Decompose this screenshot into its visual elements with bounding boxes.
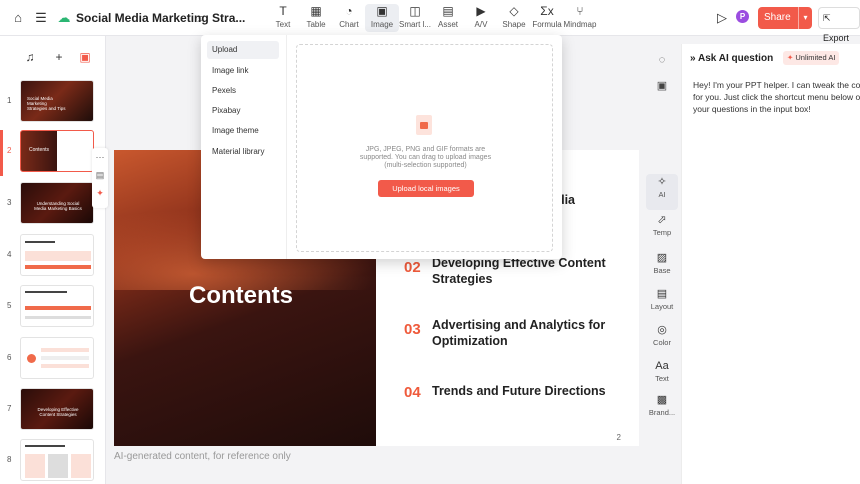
image-icon: ▣	[376, 4, 388, 18]
base-icon: ▨	[656, 252, 668, 264]
sparkle-icon: ✦	[787, 53, 794, 62]
outline-icon[interactable]: ♫	[20, 48, 40, 66]
layout-icon: ▤	[656, 288, 668, 300]
slide-thumbnail-2[interactable]: 2 Contents	[0, 130, 106, 176]
text-style-icon: Aa	[655, 360, 669, 372]
toolbar-shape-button[interactable]: ◇ Shape	[497, 4, 531, 32]
thumbnail-image	[20, 234, 94, 276]
mindmap-icon: ⑂	[576, 4, 584, 18]
top-bar: ⌂ ☰ ☁ Social Media Marketing Stra... ⌕ T…	[0, 0, 860, 43]
toolbar-asset-button[interactable]: ▤ Asset	[431, 4, 465, 32]
menu-item-material-library[interactable]: Material library	[207, 143, 279, 161]
rail-base-button[interactable]: ▨ Base	[646, 250, 678, 286]
add-slide-icon[interactable]: +	[49, 48, 69, 66]
toolbar-table-button[interactable]: ▦ Table	[299, 4, 333, 32]
cloud-saved-icon: ☁	[57, 10, 71, 25]
shape-icon: ◇	[509, 4, 519, 18]
comment-icon[interactable]: ◌	[655, 53, 669, 67]
thumbnail-image: Developing Effective Content Strategies	[20, 388, 94, 430]
slide-thumbnail-6[interactable]: 6	[0, 337, 106, 383]
rail-color-button[interactable]: ◎ Color	[646, 322, 678, 358]
menu-item-image-link[interactable]: Image link	[207, 62, 279, 80]
slide-thumbnail-panel: ♫ + ▣ 1 Social Media Marketing Strategie…	[0, 36, 106, 484]
av-icon: ▶	[476, 4, 486, 18]
upload-hint: JPG, JPEG, PNG and GIF formats are suppo…	[359, 146, 492, 169]
document-title[interactable]: Social Media Marketing Stra...	[76, 11, 245, 25]
search-icon[interactable]: ⌕	[192, 9, 210, 27]
thumbnail-image	[20, 285, 94, 327]
ai-slide-icon[interactable]: ▣	[75, 48, 95, 66]
thumbnail-image: Understanding Social Media Marketing Bas…	[20, 182, 94, 224]
image-source-menu: Upload Image link Pexels Pixabay Image t…	[201, 35, 287, 259]
upload-local-images-button[interactable]: Upload local images	[378, 180, 474, 197]
export-icon: ⇱	[823, 13, 831, 23]
ai-assistant-panel: » Ask AI question ✦ Unlimited AI Hey! I'…	[681, 44, 860, 484]
toolbar-text-button[interactable]: T Text	[266, 4, 300, 32]
slide-thumbnail-3[interactable]: 3 Understanding Social Media Marketing B…	[0, 182, 106, 228]
thumbnail-image: Social Media Marketing Strategies and Ti…	[20, 80, 94, 122]
toolbar-chart-button[interactable]: ◔ Chart	[332, 4, 366, 32]
rail-template-button[interactable]: ⬀ Temp	[646, 212, 678, 248]
asset-icon: ▤	[442, 4, 454, 18]
ai-icon: ✧	[657, 176, 667, 188]
image-file-icon	[416, 115, 432, 135]
right-tool-rail: ◌ ▣ ✧ AI ⬀ Temp ▨ Base ▤ Layout ◎ Color Aa Tex…	[644, 36, 680, 484]
toolbar-smart-layout-button[interactable]: ◫ Smart l...	[398, 4, 432, 32]
layout-icon[interactable]: ▤	[92, 166, 108, 184]
rail-text-button[interactable]: Aa Text	[646, 358, 678, 394]
toolbar-av-button[interactable]: ▶ A/V	[464, 4, 498, 32]
image-insert-dropdown: Upload Image link Pexels Pixabay Image t…	[201, 35, 562, 259]
page-number: 2	[616, 433, 621, 442]
rail-layout-button[interactable]: ▤ Layout	[646, 286, 678, 322]
play-icon[interactable]: ▷	[713, 9, 731, 27]
thumbnail-image: Contents	[20, 130, 94, 172]
unlimited-ai-badge[interactable]: ✦ Unlimited AI	[783, 51, 840, 65]
upload-drop-zone[interactable]: JPG, JPEG, PNG and GIF formats are suppo…	[296, 44, 553, 252]
slide-thumbnail-7[interactable]: 7 Developing Effective Content Strategie…	[0, 388, 106, 434]
thumbnail-image	[20, 337, 94, 379]
slide-thumbnail-1[interactable]: 1 Social Media Marketing Strategies and …	[0, 80, 106, 126]
collapse-icon[interactable]: »	[690, 53, 696, 64]
menu-item-image-theme[interactable]: Image theme	[207, 122, 279, 140]
avatar[interactable]: P	[736, 10, 749, 23]
slide-thumbnail-8[interactable]: 8	[0, 439, 106, 484]
slide-thumbnail-4[interactable]: 4	[0, 234, 106, 280]
chevron-down-icon[interactable]: ▾	[798, 7, 812, 29]
ai-greeting-message: Hey! I'm your PPT helper. I can tweak th…	[693, 80, 860, 114]
table-icon: ▦	[310, 4, 322, 18]
brand-icon: ▩	[656, 394, 668, 406]
template-icon: ⬀	[657, 214, 667, 226]
rail-ai-button[interactable]: ✧ AI	[646, 174, 678, 210]
slide-thumbnail-5[interactable]: 5	[0, 285, 106, 331]
text-icon: T	[279, 4, 287, 18]
thumbnail-image	[20, 439, 94, 481]
sparkle-icon[interactable]: ✦	[92, 184, 108, 202]
notes-icon[interactable]: ▣	[655, 79, 669, 93]
home-icon[interactable]: ⌂	[9, 9, 27, 27]
rail-brand-button[interactable]: ▩ Brand...	[646, 392, 678, 428]
thumbnail-side-tools: ⋯ ▤ ✦	[92, 148, 108, 208]
share-button[interactable]: Share ▾	[758, 7, 812, 29]
export-button[interactable]: ⇱ Export	[818, 7, 860, 43]
more-icon[interactable]: ⋯	[92, 148, 108, 166]
menu-item-pixabay[interactable]: Pixabay	[207, 102, 279, 120]
smart-layout-icon: ◫	[409, 4, 421, 18]
toolbar-image-button[interactable]: ▣ Image	[365, 4, 399, 32]
chart-icon: ◔	[345, 4, 353, 18]
menu-icon[interactable]: ☰	[32, 9, 50, 27]
menu-item-upload[interactable]: Upload	[207, 41, 279, 59]
menu-item-pexels[interactable]: Pexels	[207, 82, 279, 100]
ai-panel-title: » Ask AI question	[690, 53, 774, 64]
ai-disclaimer: AI-generated content, for reference only	[114, 451, 291, 462]
slide-title[interactable]: Contents	[189, 282, 293, 310]
formula-icon: Σx	[540, 4, 554, 18]
toolbar-mindmap-button[interactable]: ⑂ Mindmap	[563, 4, 597, 32]
toolbar-formula-button[interactable]: Σx Formula	[530, 4, 564, 32]
color-icon: ◎	[657, 324, 667, 336]
